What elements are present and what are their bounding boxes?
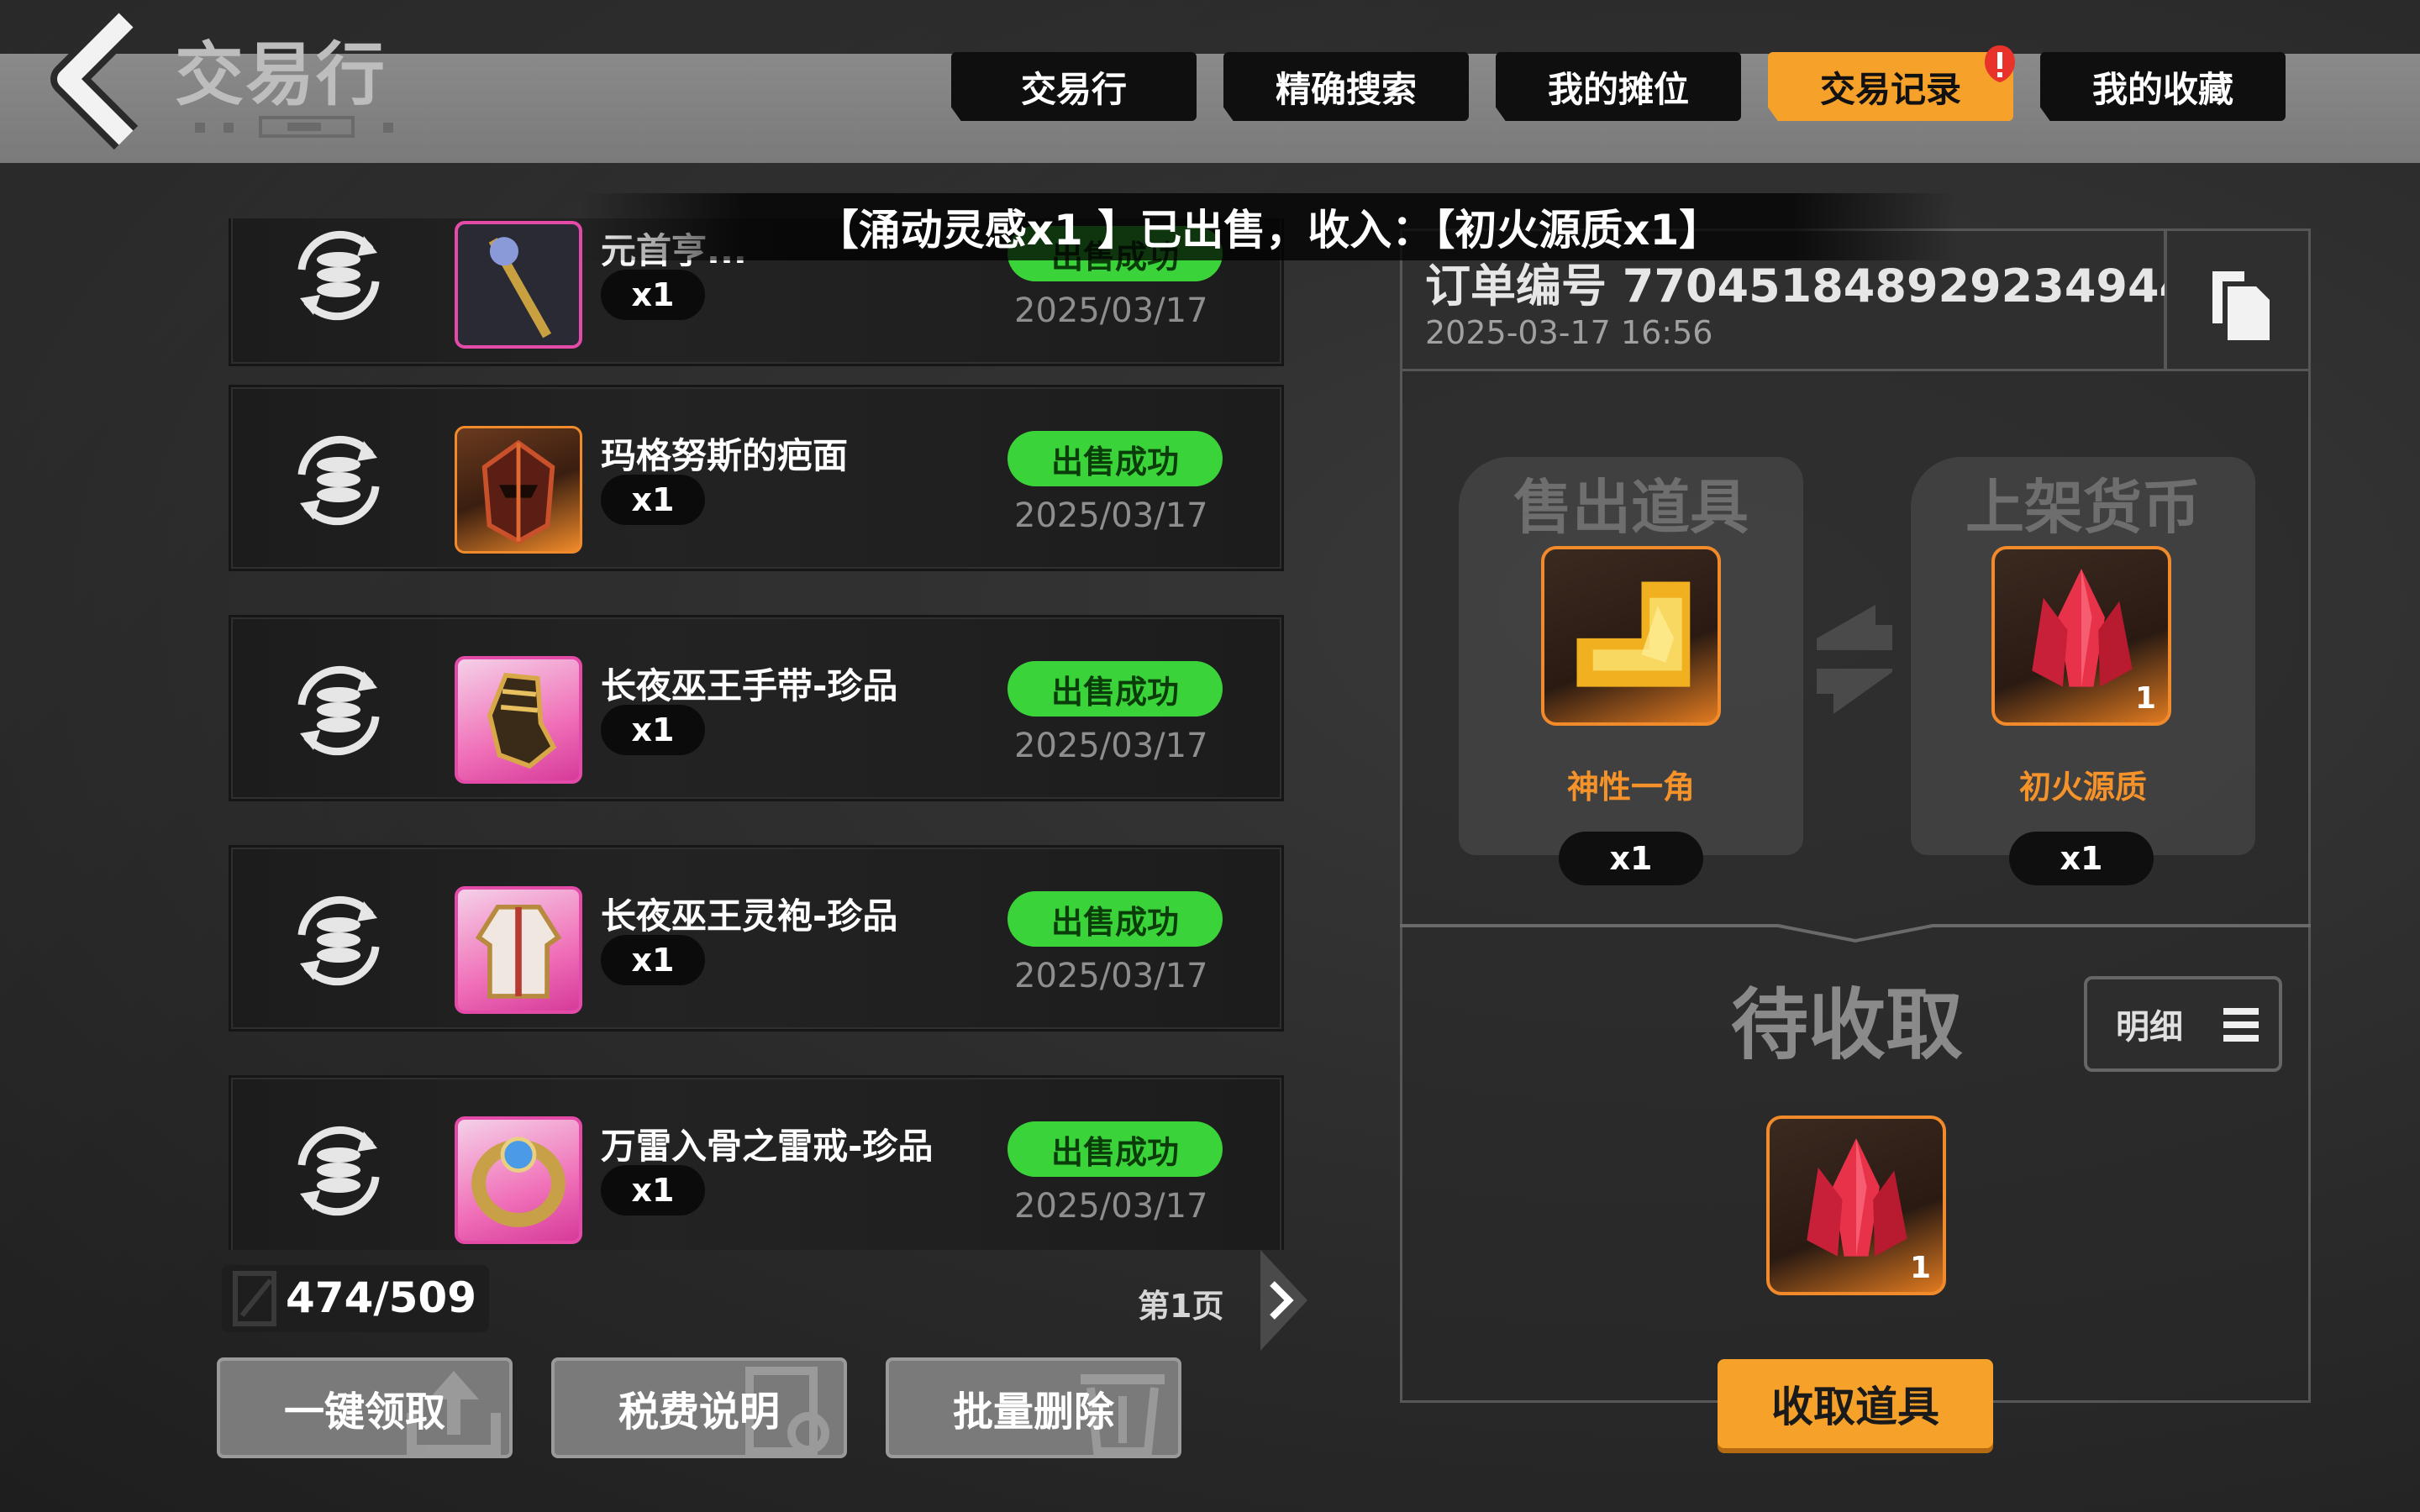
details-button[interactable]: 明细 [2084,976,2282,1072]
sale-notification-toast: 【涌动灵感x1 】已出售，收入：【初火源质x1】 [580,193,1958,260]
tab-my-favorites[interactable]: 我的收藏 [2040,52,2286,121]
item-name: 长夜巫王灵袍-珍品 [601,895,898,937]
currency-item-name: 初火源质 [2018,769,2147,806]
record-row[interactable]: 长夜巫王灵袍-珍品 x1 出售成功 2025/03/17 [229,845,1284,1032]
helmet-icon [481,439,555,544]
record-count: 474/509 [286,1273,477,1322]
alert-badge-icon [1985,45,2015,82]
sold-item-quantity: x1 [1559,832,1703,885]
status-badge: 出售成功 [1007,891,1223,947]
claim-all-label: 一键领取 [283,1389,445,1436]
collect-items-button[interactable]: 收取道具 [1718,1359,1993,1448]
item-name: 长夜巫王手带-珍品 [601,665,898,706]
status-badge: 出售成功 [1007,1121,1223,1177]
record-date: 2025/03/17 [1014,291,1208,330]
claim-all-button[interactable]: 一键领取 [217,1357,513,1458]
coin-cycle-icon [297,435,380,526]
item-thumbnail [455,886,582,1014]
coin-cycle-icon [297,1126,380,1216]
item-thumbnail [455,426,582,554]
record-date: 2025/03/17 [1014,496,1208,535]
item-thumbnail [455,221,582,349]
tab-precise-search[interactable]: 精确搜索 [1223,52,1469,121]
record-row[interactable]: 长夜巫王手带-珍品 x1 出售成功 2025/03/17 [229,615,1284,801]
coin-cycle-icon [297,230,380,321]
record-date: 2025/03/17 [1014,727,1208,765]
pending-item-count: 1 [1909,1251,1931,1285]
item-name: 玛格努斯的疤面 [601,435,849,476]
status-badge: 出售成功 [1007,431,1223,486]
title-decoration [195,116,393,138]
item-thumbnail [455,656,582,784]
copy-icon [2212,271,2270,340]
page-number: 第1页 [1138,1288,1224,1325]
ring-icon [471,1137,566,1227]
section-divider [1400,924,2311,943]
robe-icon [475,905,562,999]
item-quantity: x1 [601,270,705,320]
record-row[interactable]: 玛格努斯的疤面 x1 出售成功 2025/03/17 [229,385,1284,571]
trade-record-list[interactable]: 元首亨... x1 出售成功 2025/03/17 玛格努斯的疤面 x1 出售成… [229,218,1287,1250]
pending-title: 待收取 [1731,980,1964,1070]
back-button[interactable] [34,3,151,155]
tab-trading-house[interactable]: 交易行 [951,52,1197,121]
record-date: 2025/03/17 [1014,1187,1208,1226]
batch-delete-button[interactable]: 批量删除 [886,1357,1181,1458]
staff-icon [458,224,579,345]
pending-item-icon[interactable]: 1 [1766,1116,1946,1295]
details-label: 明细 [2116,1008,2183,1047]
currency-item-icon[interactable]: 1 [1991,546,2171,726]
order-time: 2025-03-17 16:56 [1425,314,1713,351]
sold-item-icon[interactable] [1541,546,1721,726]
gauntlet-icon [487,672,557,769]
currency-item-quantity: x1 [2009,832,2154,885]
item-quantity: x1 [601,475,705,525]
coin-cycle-icon [297,895,380,986]
next-page-button[interactable] [1257,1247,1311,1354]
tax-info-label: 税费说明 [618,1389,780,1436]
currency-item-count: 1 [2134,681,2156,716]
item-quantity: x1 [601,935,705,985]
record-date: 2025/03/17 [1014,957,1208,995]
record-row[interactable]: 万雷入骨之雷戒-珍品 x1 出售成功 2025/03/17 [229,1075,1284,1250]
item-quantity: x1 [601,1165,705,1215]
record-count-icon [233,1271,276,1326]
batch-delete-label: 批量删除 [952,1389,1114,1436]
menu-icon [2223,1008,2259,1042]
coin-cycle-icon [297,665,380,756]
page-title: 交易行 [175,35,387,115]
tab-my-stall[interactable]: 我的摊位 [1496,52,1741,121]
chevron-left-icon [50,8,139,150]
exchange-icon [1817,605,1892,714]
tax-info-button[interactable]: 税费说明 [551,1357,847,1458]
status-badge: 出售成功 [1007,661,1223,717]
item-name: 万雷入骨之雷戒-珍品 [601,1126,934,1167]
item-quantity: x1 [601,705,705,755]
currency-title: 上架货币 [1965,473,2201,542]
tab-trade-records[interactable]: 交易记录 [1768,52,2013,121]
copy-button[interactable] [2165,228,2311,371]
golden-fragment-icon [1576,581,1691,687]
sold-item-name: 神性一角 [1566,769,1695,806]
sold-item-title: 售出道具 [1513,473,1749,542]
item-thumbnail [455,1116,582,1244]
